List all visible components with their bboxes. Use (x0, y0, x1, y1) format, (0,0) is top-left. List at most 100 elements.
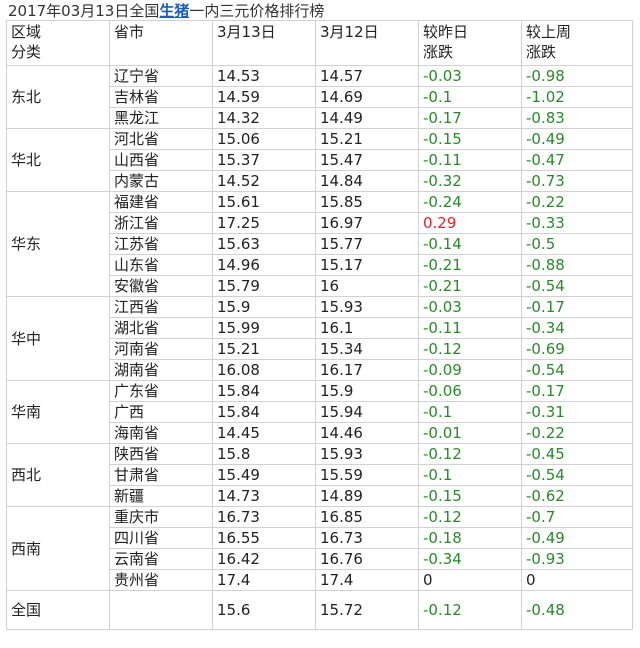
weekly-change-cell: -0.49 (521, 128, 633, 150)
daily-change-cell: -0.24 (418, 191, 522, 213)
province-cell: 浙江省 (109, 212, 213, 234)
daily-change-cell: -0.12 (418, 506, 522, 528)
price-mar12-cell: 15.93 (315, 296, 419, 318)
price-mar13-cell: 15.21 (212, 338, 316, 360)
weekly-change-cell: -0.31 (521, 401, 633, 423)
weekly-change-cell: -0.48 (521, 590, 633, 630)
price-mar13-cell: 16.55 (212, 527, 316, 549)
price-mar12-cell: 15.94 (315, 401, 419, 423)
weekly-change-cell: -0.22 (521, 422, 633, 444)
daily-change-cell: -0.21 (418, 275, 522, 297)
province-cell: 江西省 (109, 296, 213, 318)
price-mar12-cell: 15.85 (315, 191, 419, 213)
daily-change-cell: -0.03 (418, 65, 522, 87)
price-mar13-cell: 15.06 (212, 128, 316, 150)
weekly-change-cell: -0.62 (521, 485, 633, 507)
weekly-change-cell: -0.69 (521, 338, 633, 360)
table-row: 东北 辽宁省 14.53 14.57 -0.03 -0.98 (6, 65, 633, 129)
title-prefix: 2017年03月13日全国 (8, 2, 160, 20)
table-row: 华中 江西省 15.9 15.93 -0.03 -0.17 (6, 296, 633, 381)
header-date1-label: 3月13日 (217, 23, 276, 41)
price-mar12-cell: 14.49 (315, 107, 419, 129)
table-row: 西北 陕西省 15.8 15.93 -0.12 -0.45 (6, 443, 633, 507)
price-mar12-cell: 17.4 (315, 569, 419, 591)
region-cell: 华南 (6, 380, 110, 444)
price-mar13-cell: 14.59 (212, 86, 316, 108)
daily-change-cell: -0.14 (418, 233, 522, 255)
weekly-change-cell: -0.73 (521, 170, 633, 192)
price-mar13-cell: 16.08 (212, 359, 316, 381)
region-cell: 华北 (6, 128, 110, 192)
price-mar12-cell: 16.1 (315, 317, 419, 339)
province-cell: 山西省 (109, 149, 213, 171)
province-cell: 吉林省 (109, 86, 213, 108)
weekly-change-cell: -0.34 (521, 317, 633, 339)
weekly-change-cell: -0.47 (521, 149, 633, 171)
price-mar13-cell: 15.63 (212, 233, 316, 255)
province-cell: 辽宁省 (109, 65, 213, 87)
province-cell: 安徽省 (109, 275, 213, 297)
province-cell: 内蒙古 (109, 170, 213, 192)
daily-change-cell: -0.18 (418, 527, 522, 549)
price-mar12-cell: 14.57 (315, 65, 419, 87)
page-title: 2017年03月13日全国生猪一内三元价格排行榜 (8, 2, 324, 20)
daily-change-cell: -0.01 (418, 422, 522, 444)
header-date2-label: 3月12日 (320, 23, 379, 41)
price-mar12-cell: 15.59 (315, 464, 419, 486)
province-cell: 重庆市 (109, 506, 213, 528)
header-region: 区域 分类 (6, 20, 110, 66)
weekly-change-cell: -0.45 (521, 443, 633, 465)
price-mar13-cell: 15.6 (212, 590, 316, 630)
price-mar12-cell: 15.34 (315, 338, 419, 360)
price-mar13-cell: 14.53 (212, 65, 316, 87)
price-mar12-cell: 16.85 (315, 506, 419, 528)
price-mar13-cell: 15.61 (212, 191, 316, 213)
daily-change-cell: -0.03 (418, 296, 522, 318)
weekly-change-cell: -0.17 (521, 296, 633, 318)
price-mar13-cell: 15.37 (212, 149, 316, 171)
weekly-change-cell: -0.83 (521, 107, 633, 129)
weekly-change-cell: -0.49 (521, 527, 633, 549)
price-mar12-cell: 15.93 (315, 443, 419, 465)
table-row: 华南 广东省 15.84 15.9 -0.06 -0.17 (6, 380, 633, 444)
daily-change-cell: -0.1 (418, 86, 522, 108)
price-mar13-cell: 16.73 (212, 506, 316, 528)
header-date2: 3月12日 (315, 20, 419, 66)
price-mar12-cell: 16.76 (315, 548, 419, 570)
price-mar13-cell: 17.4 (212, 569, 316, 591)
price-mar12-cell: 14.84 (315, 170, 419, 192)
table-row: 西南 重庆市 16.73 16.85 -0.12 -0.7 (6, 506, 633, 591)
weekly-change-cell: -0.93 (521, 548, 633, 570)
daily-change-cell: -0.11 (418, 317, 522, 339)
weekly-change-cell: -0.98 (521, 65, 633, 87)
weekly-change-cell: 0 (521, 569, 633, 591)
price-mar12-cell: 14.89 (315, 485, 419, 507)
weekly-change-cell: -0.54 (521, 359, 633, 381)
weekly-change-cell: -0.88 (521, 254, 633, 276)
province-cell: 广东省 (109, 380, 213, 402)
price-mar12-cell: 16 (315, 275, 419, 297)
price-mar13-cell: 14.73 (212, 485, 316, 507)
province-cell: 湖北省 (109, 317, 213, 339)
region-cell: 东北 (6, 65, 110, 129)
region-cell: 华中 (6, 296, 110, 381)
header-daily-change: 较昨日 涨跌 (418, 20, 522, 66)
province-cell: 新疆 (109, 485, 213, 507)
province-cell: 山东省 (109, 254, 213, 276)
price-mar13-cell: 17.25 (212, 212, 316, 234)
title-link-pig[interactable]: 生猪 (159, 2, 189, 20)
daily-change-cell: -0.15 (418, 485, 522, 507)
price-mar13-cell: 14.32 (212, 107, 316, 129)
table-row-total: 全国 15.6 15.72 -0.12 -0.48 (6, 590, 633, 630)
province-cell: 黑龙江 (109, 107, 213, 129)
province-cell: 河南省 (109, 338, 213, 360)
price-mar12-cell: 15.21 (315, 128, 419, 150)
header-weekly-change: 较上周 涨跌 (521, 20, 633, 66)
price-mar12-cell: 15.47 (315, 149, 419, 171)
price-mar13-cell: 14.45 (212, 422, 316, 444)
daily-change-cell: -0.15 (418, 128, 522, 150)
province-cell: 海南省 (109, 422, 213, 444)
weekly-change-cell: -0.5 (521, 233, 633, 255)
price-mar13-cell: 14.96 (212, 254, 316, 276)
price-mar12-cell: 16.97 (315, 212, 419, 234)
